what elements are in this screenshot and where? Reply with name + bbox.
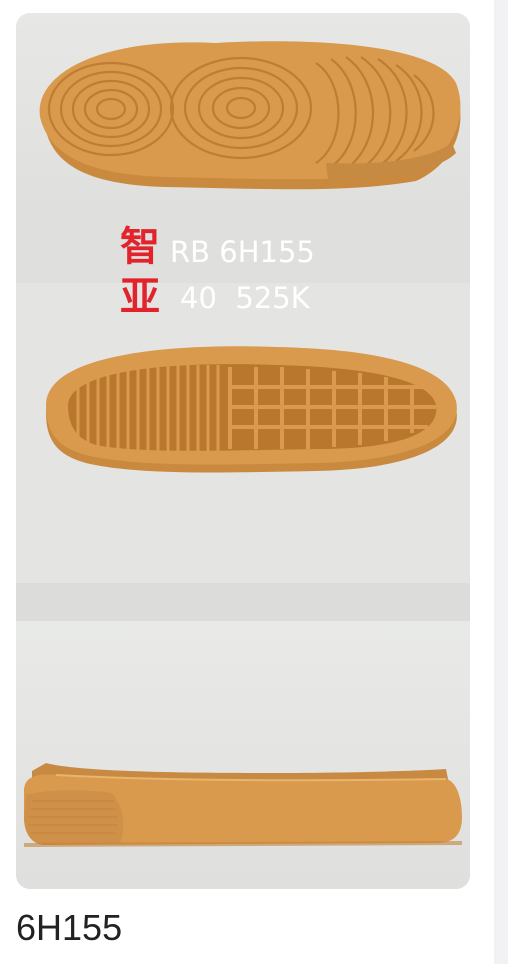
sole-top-photo [16,283,470,621]
brand-char-zhi: 智 [120,224,160,270]
product-title[interactable]: 6H155 [16,906,122,950]
product-page: 智 亚 RB 6H155 40 525K 6H155 [0,0,508,964]
brand-char-ya: 亚 [120,274,160,320]
product-image-card[interactable]: 智 亚 RB 6H155 40 525K [16,13,470,889]
model-code-text: RB 6H155 [170,235,315,269]
scroll-strip [494,0,508,964]
sole-side-photo [16,621,470,889]
size-weight-text: 40 525K [180,281,310,315]
product-label-overlay: 智 亚 RB 6H155 40 525K [120,225,380,325]
